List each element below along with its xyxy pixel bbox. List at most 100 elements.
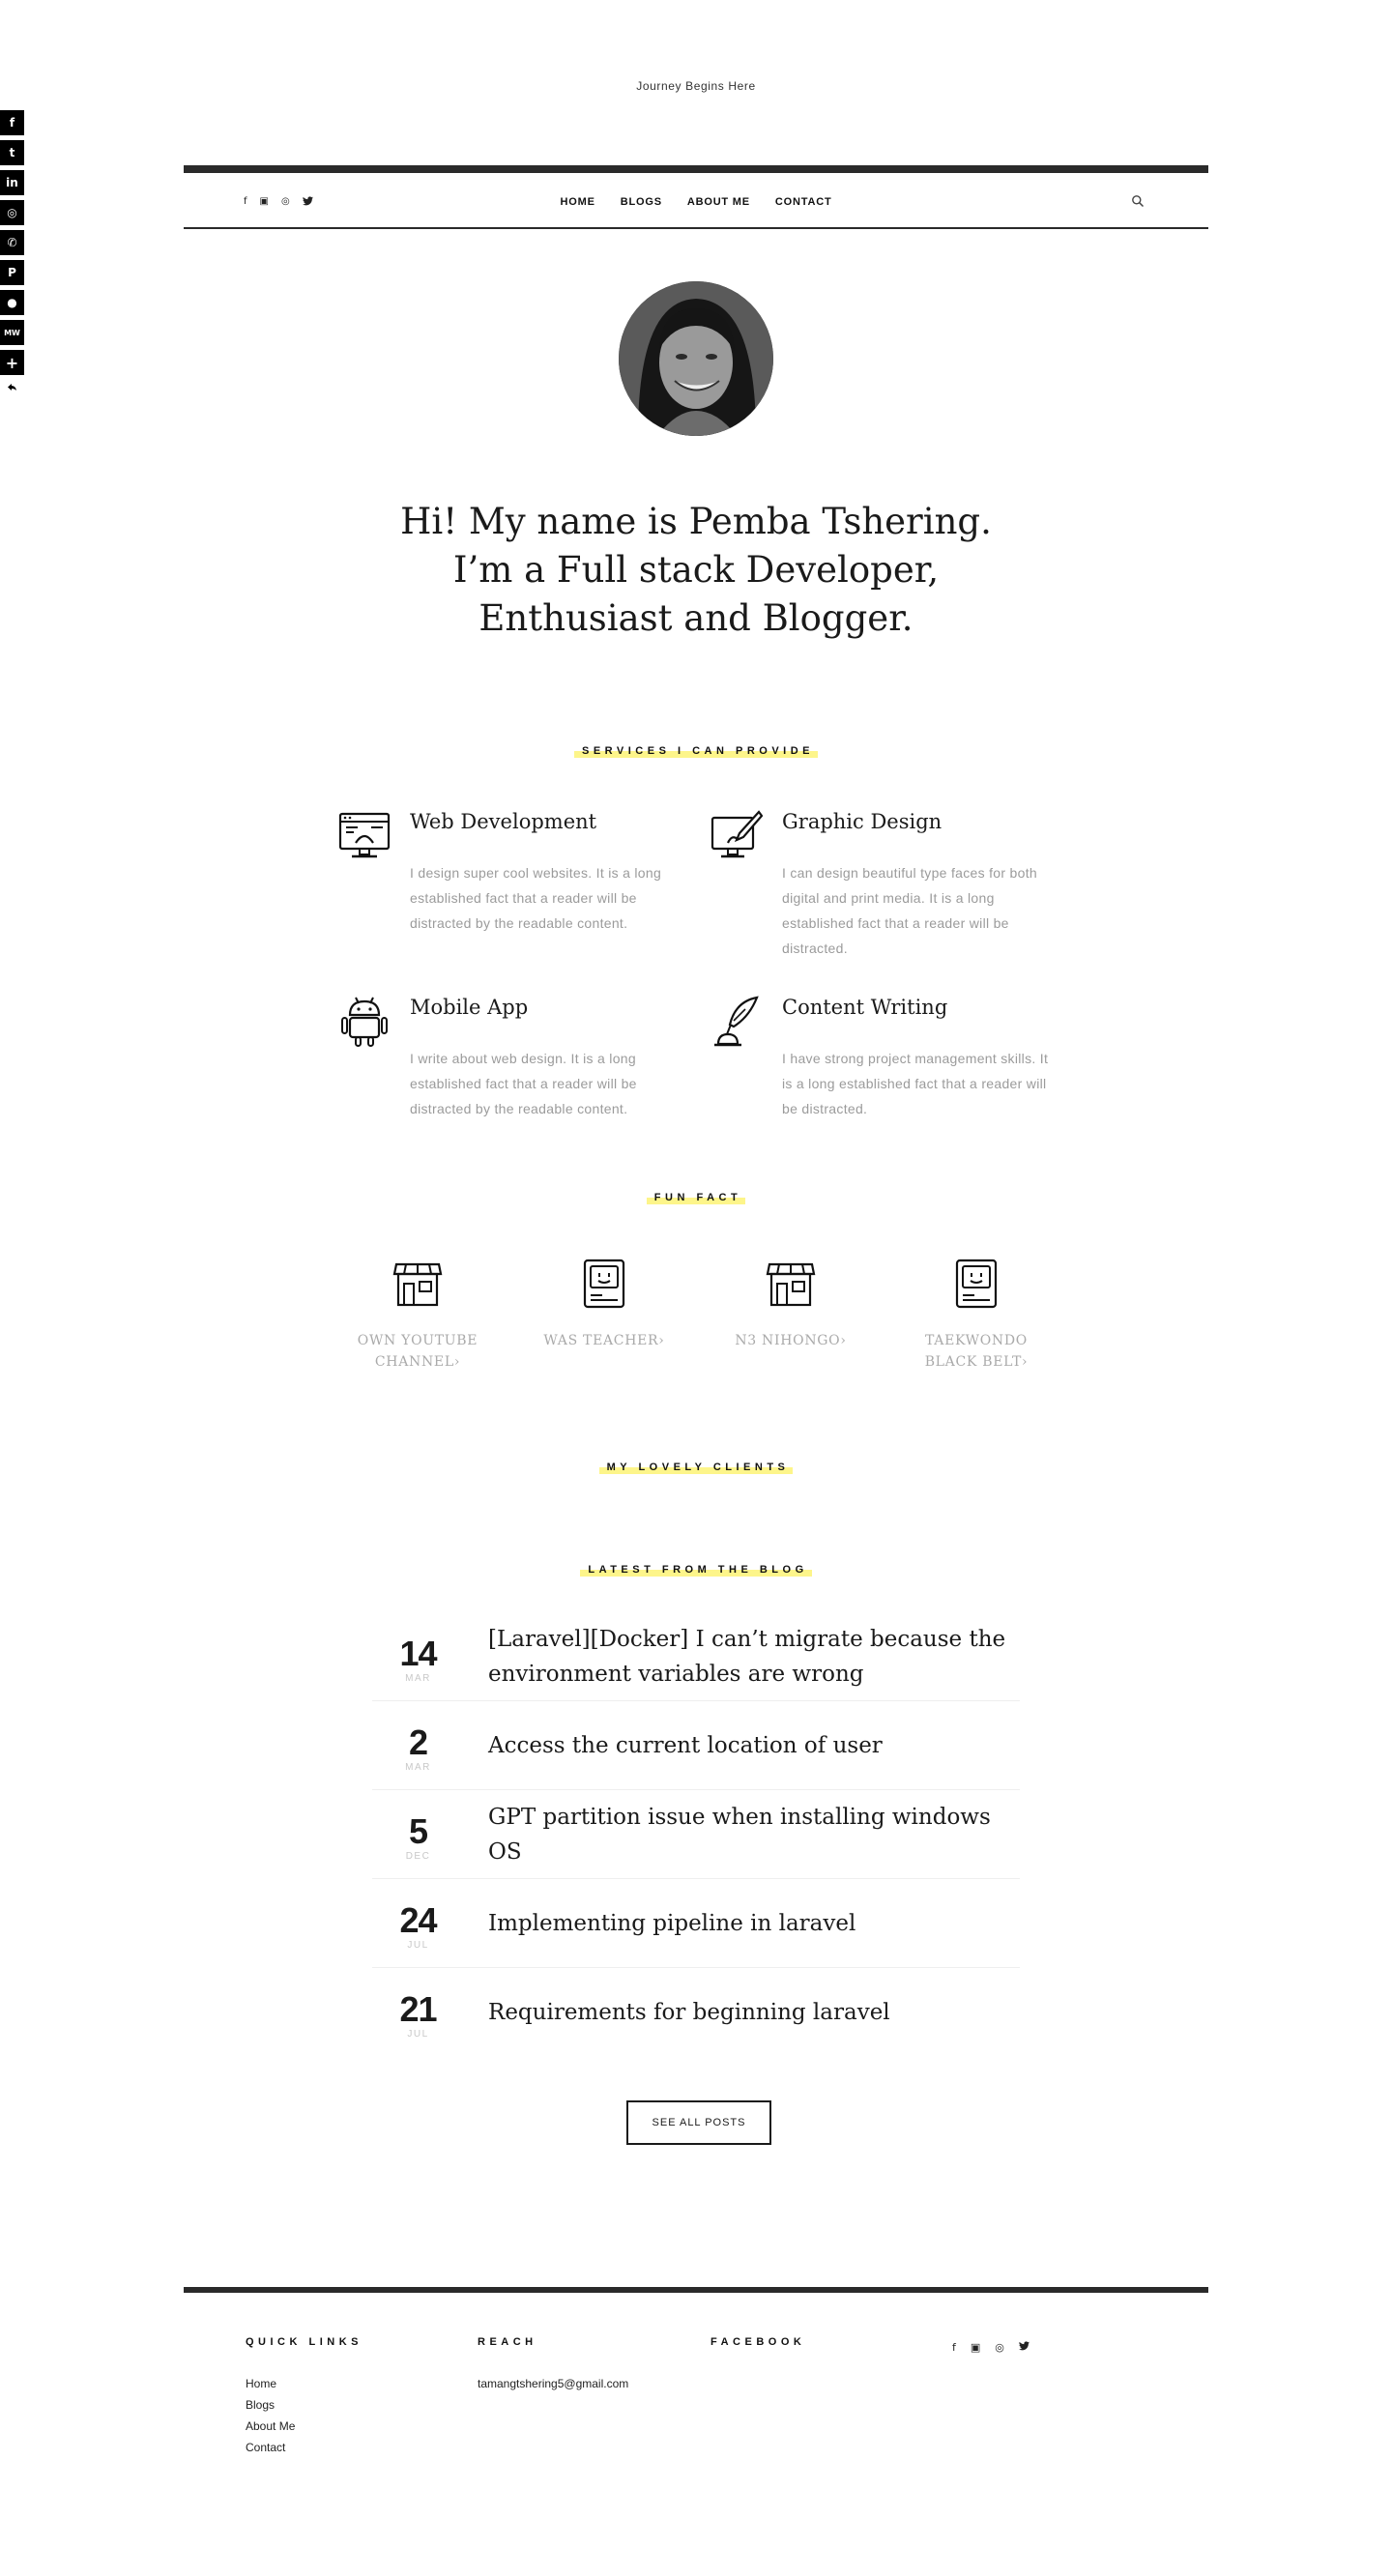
footer-heading: FACEBOOK xyxy=(710,2336,806,2348)
services-section-label: SERVICES I CAN PROVIDE xyxy=(0,741,1392,759)
more-icon: + xyxy=(5,353,19,372)
blog-post-row: 21 JUL Requirements for beginning larave… xyxy=(372,1968,1020,2057)
twitter-icon[interactable] xyxy=(1018,2341,1030,2354)
service-description: I can design beautiful type faces for bo… xyxy=(782,865,1037,956)
fun-fact-link[interactable]: OWN YOUTUBE CHANNEL› xyxy=(340,1330,495,1373)
hero-line-3: Enthusiast and Blogger. xyxy=(478,597,914,639)
post-day: 21 xyxy=(399,1989,437,2029)
fun-fact-link[interactable]: WAS TEACHER› xyxy=(527,1330,682,1351)
fun-fact-link[interactable]: N3 NIHONGO› xyxy=(713,1330,868,1351)
header-social-links: f ▣ ◎ xyxy=(244,196,313,209)
more-share-button[interactable]: + xyxy=(0,350,24,375)
post-month: MAR xyxy=(405,1762,431,1773)
reddit-icon: ● xyxy=(7,296,17,309)
service-title: Content Writing xyxy=(782,996,948,1019)
see-all-posts-button[interactable]: SEE ALL POSTS xyxy=(626,2100,771,2145)
footer-link-home[interactable]: Home xyxy=(246,2373,362,2394)
nav-contact-link[interactable]: CONTACT xyxy=(775,196,832,208)
footer-facebook: FACEBOOK xyxy=(710,2336,805,2373)
post-date: 5 DEC xyxy=(372,1790,464,1879)
twitter-icon: t xyxy=(9,146,15,159)
pinterest-icon: P xyxy=(8,266,16,279)
blog-post-row: 2 MAR Access the current location of use… xyxy=(372,1701,1020,1790)
twitter-share-button[interactable]: t xyxy=(0,140,24,165)
post-title-link[interactable]: Requirements for beginning laravel xyxy=(488,1968,1030,2057)
mewe-share-button[interactable]: MW xyxy=(0,320,24,345)
service-content-writing: Content Writing I have strong project ma… xyxy=(710,996,1097,1141)
instagram-icon[interactable]: ◎ xyxy=(281,196,290,209)
nav-home-link[interactable]: HOME xyxy=(561,196,595,208)
clients-section-label: MY LOVELY CLIENTS xyxy=(0,1458,1392,1475)
quill-icon xyxy=(714,996,759,1047)
blog-section-label: LATEST FROM THE BLOG xyxy=(0,1560,1392,1577)
main-menu: HOME BLOGS ABOUT ME CONTACT xyxy=(184,196,1208,208)
post-month: JUL xyxy=(407,2029,429,2040)
instagram-icon[interactable]: ◎ xyxy=(995,2341,1004,2354)
post-date: 2 MAR xyxy=(372,1701,464,1790)
hide-arrow-icon xyxy=(7,384,16,391)
fun-fact-section-label: FUN FACT xyxy=(0,1188,1392,1205)
linkedin-share-button[interactable]: in xyxy=(0,170,24,195)
reddit-share-button[interactable]: ● xyxy=(0,290,24,315)
post-date: 24 JUL xyxy=(372,1879,464,1968)
instagram-share-button[interactable]: ◎ xyxy=(0,200,24,225)
footer-link-contact[interactable]: Contact xyxy=(246,2437,362,2458)
nav-blogs-link[interactable]: BLOGS xyxy=(621,196,662,208)
hero-line-1: Hi! My name is Pemba Tshering. xyxy=(400,501,992,542)
facebook-share-button[interactable]: f xyxy=(0,110,24,135)
computer-icon xyxy=(955,1259,998,1309)
footer-link-blogs[interactable]: Blogs xyxy=(246,2394,362,2416)
search-icon[interactable] xyxy=(1131,194,1145,208)
post-date: 14 MAR xyxy=(372,1612,464,1701)
facebook-icon: f xyxy=(9,116,15,130)
whatsapp-icon: ✆ xyxy=(7,236,17,249)
service-mobile-app: Mobile App I write about web design. It … xyxy=(338,996,725,1141)
footer-heading: QUICK LINKS xyxy=(246,2336,362,2348)
nav-about-me-link[interactable]: ABOUT ME xyxy=(687,196,750,208)
footer-quick-links: QUICK LINKS Home Blogs About Me Contact xyxy=(246,2336,362,2458)
hero-heading: Hi! My name is Pemba Tshering. I’m a Ful… xyxy=(358,498,1034,643)
web-development-icon xyxy=(338,812,391,858)
post-month: MAR xyxy=(405,1673,431,1684)
linkedin-icon[interactable]: ▣ xyxy=(971,2341,980,2354)
post-title-link[interactable]: [Laravel][Docker] I can’t migrate becaus… xyxy=(488,1612,1030,1701)
fun-fact-item: WAS TEACHER› xyxy=(527,1259,682,1351)
post-title-link[interactable]: GPT partition issue when installing wind… xyxy=(488,1790,1030,1879)
facebook-icon[interactable]: f xyxy=(952,2341,956,2354)
blog-post-row: 24 JUL Implementing pipeline in laravel xyxy=(372,1879,1020,1968)
blog-post-row: 14 MAR [Laravel][Docker] I can’t migrate… xyxy=(372,1612,1020,1701)
service-graphic-design: Graphic Design I can design beautiful ty… xyxy=(710,810,1097,956)
shop-icon xyxy=(766,1262,816,1307)
twitter-icon[interactable] xyxy=(302,196,313,209)
footer-email-link[interactable]: tamangtshering5@gmail.com xyxy=(478,2373,628,2394)
post-title-link[interactable]: Access the current location of user xyxy=(488,1701,1030,1790)
service-description: I have strong project management skills.… xyxy=(782,1051,1049,1116)
fun-fact-link[interactable]: TAEKWONDO BLACK BELT› xyxy=(899,1330,1054,1373)
post-day: 2 xyxy=(408,1722,428,1762)
footer-link-about-me[interactable]: About Me xyxy=(246,2416,362,2437)
post-month: DEC xyxy=(405,1851,431,1862)
linkedin-icon[interactable]: ▣ xyxy=(260,196,269,209)
linkedin-icon: in xyxy=(6,176,18,189)
service-web-development: Web Development I design super cool webs… xyxy=(338,810,725,955)
service-description: I write about web design. It is a long e… xyxy=(410,1051,637,1116)
footer-heading: REACH xyxy=(478,2336,537,2348)
facebook-icon[interactable]: f xyxy=(244,196,247,209)
hide-share-bar-button[interactable] xyxy=(0,380,24,395)
computer-icon xyxy=(583,1259,625,1309)
graphic-design-icon xyxy=(710,810,763,858)
shop-icon xyxy=(392,1262,443,1307)
blog-post-row: 5 DEC GPT partition issue when installin… xyxy=(372,1790,1020,1879)
service-description: I design super cool websites. It is a lo… xyxy=(410,865,662,931)
post-title-link[interactable]: Implementing pipeline in laravel xyxy=(488,1879,1030,1968)
pinterest-share-button[interactable]: P xyxy=(0,260,24,285)
share-sidebar: f t in ◎ ✆ P ● MW + xyxy=(0,110,25,400)
whatsapp-share-button[interactable]: ✆ xyxy=(0,230,24,255)
instagram-icon: ◎ xyxy=(7,206,17,219)
hero-line-2: I’m a Full stack Developer, xyxy=(452,549,940,591)
service-title: Graphic Design xyxy=(782,810,942,833)
footer-social-links: f ▣ ◎ xyxy=(952,2341,1030,2354)
fun-fact-item: TAEKWONDO BLACK BELT› xyxy=(899,1259,1054,1373)
fun-fact-item: N3 NIHONGO› xyxy=(713,1259,868,1351)
profile-avatar xyxy=(619,281,773,436)
